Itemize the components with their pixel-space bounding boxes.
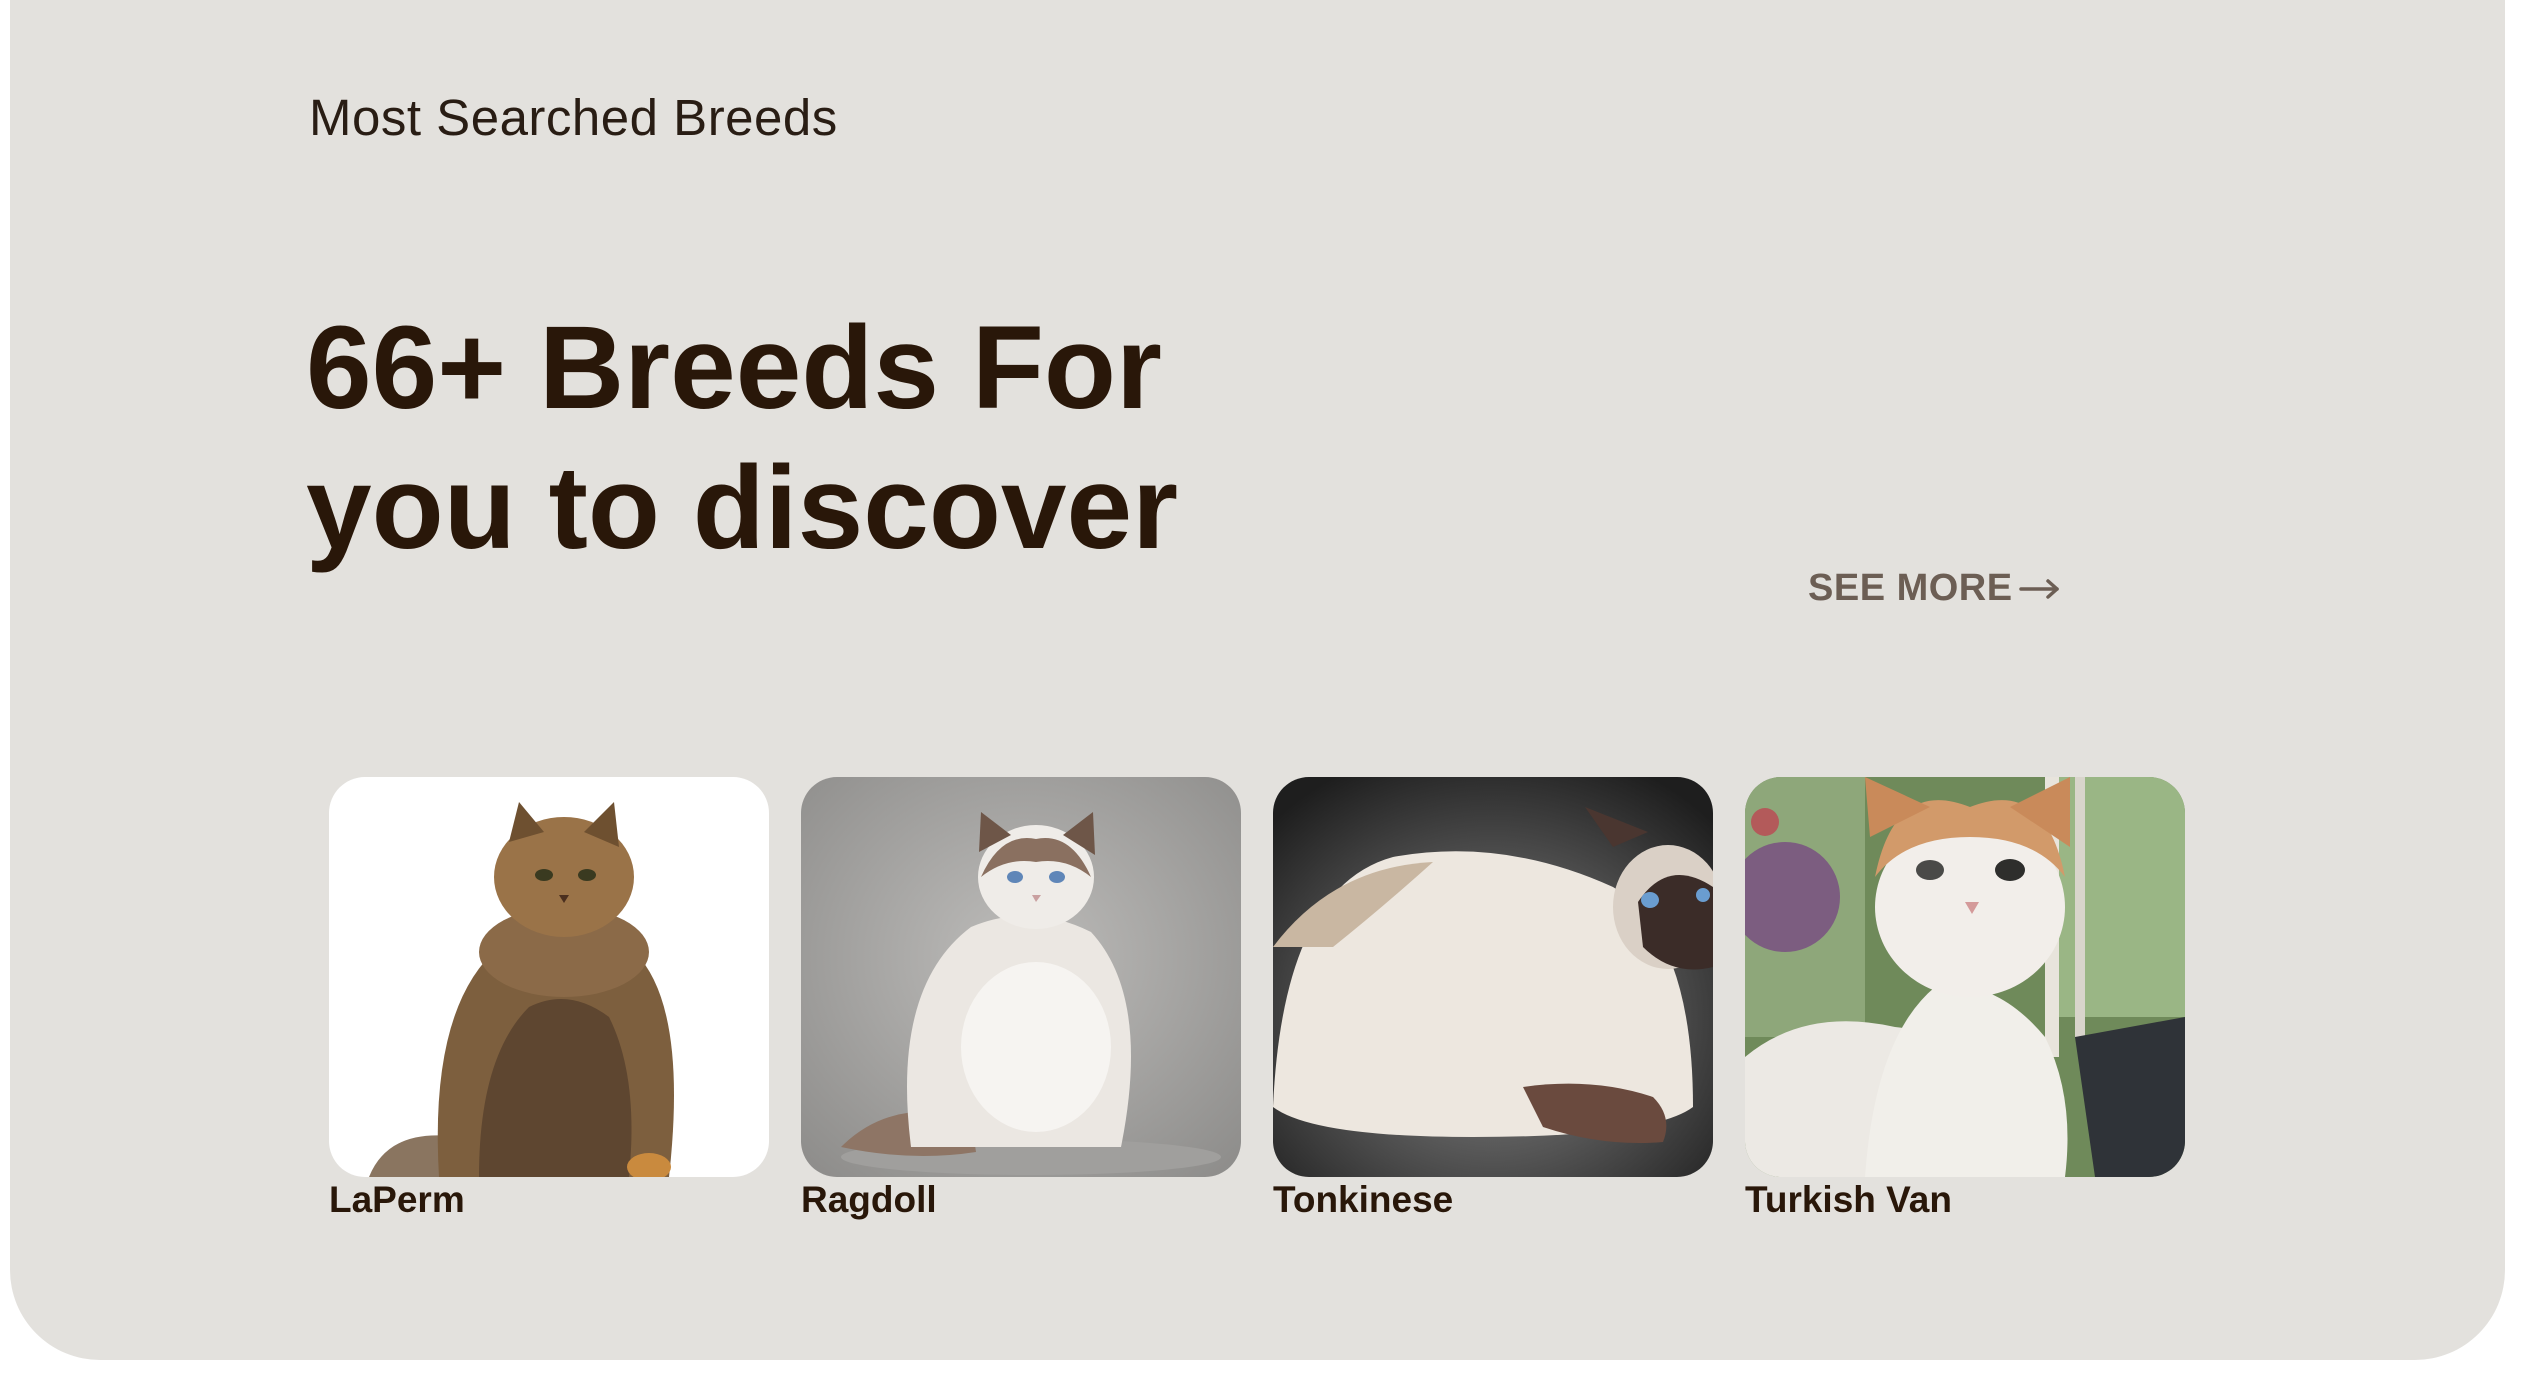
breed-name-tonkinese[interactable]: Tonkinese: [1273, 1179, 1713, 1221]
section-headline: 66+ Breeds For you to discover: [306, 298, 1178, 578]
breed-photo-turkish-van[interactable]: [1745, 777, 2185, 1177]
section-eyebrow: Most Searched Breeds: [309, 89, 838, 146]
see-more-label: SEE MORE: [1808, 567, 2013, 609]
headline-line-2: you to discover: [306, 442, 1179, 574]
breed-photo-tonkinese[interactable]: [1273, 777, 1713, 1177]
breed-card-laperm[interactable]: LaPerm: [329, 777, 769, 1221]
breed-photo-laperm[interactable]: [329, 777, 769, 1177]
breed-card-turkish-van[interactable]: Turkish Van: [1745, 777, 2185, 1221]
breed-name-ragdoll[interactable]: Ragdoll: [801, 1179, 1241, 1221]
see-more-link[interactable]: SEE MORE: [1808, 567, 2061, 610]
breed-card-tonkinese[interactable]: Tonkinese: [1273, 777, 1713, 1221]
breed-card-ragdoll[interactable]: Ragdoll: [801, 777, 1241, 1221]
breed-photo-ragdoll[interactable]: [801, 777, 1241, 1177]
arrow-right-icon: [2018, 578, 2061, 600]
breed-name-turkish-van[interactable]: Turkish Van: [1745, 1179, 2185, 1221]
headline-line-1: 66+ Breeds For: [306, 302, 1162, 434]
breed-name-laperm[interactable]: LaPerm: [329, 1179, 769, 1221]
